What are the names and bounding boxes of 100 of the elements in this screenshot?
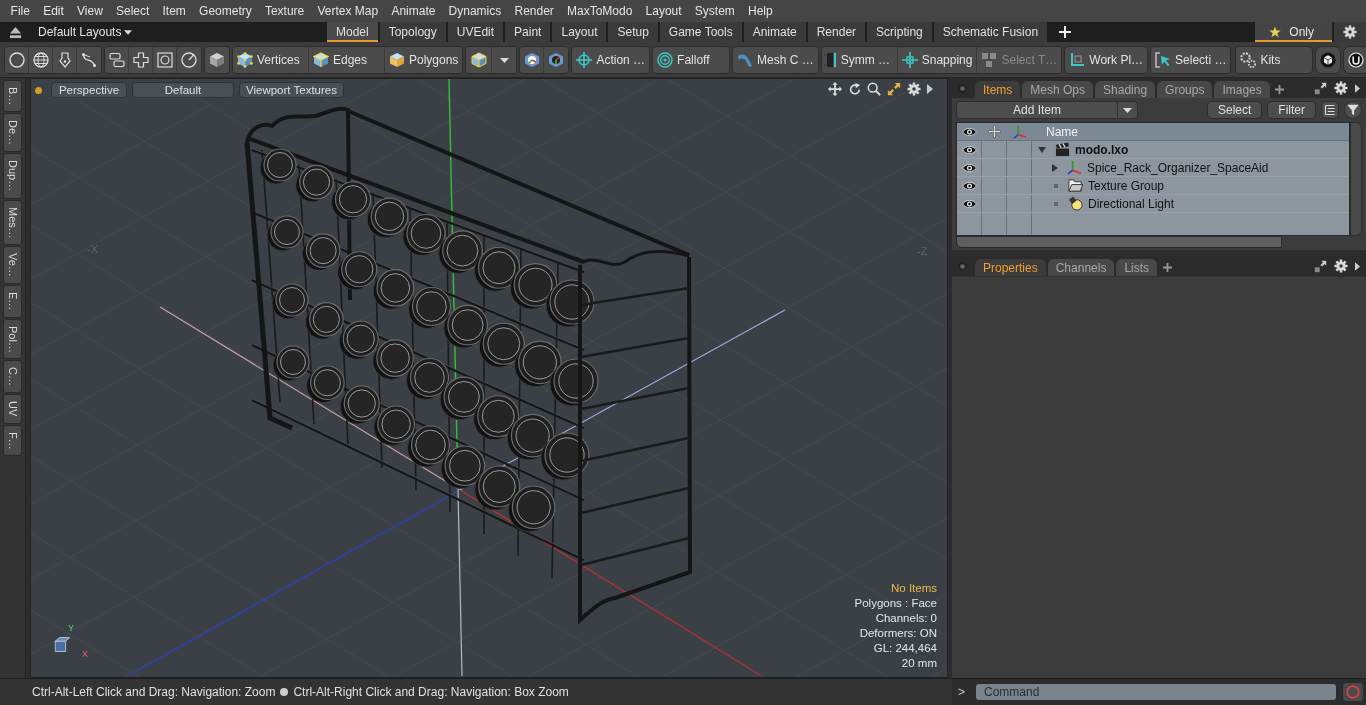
tool-button[interactable]: Mesh C … (732, 46, 819, 74)
caret-right-icon[interactable] (1052, 163, 1058, 172)
search-icon[interactable] (867, 82, 881, 96)
expand-icon[interactable] (1314, 81, 1327, 95)
panel-tab[interactable]: Mesh Ops (1022, 81, 1094, 98)
layout-tab[interactable]: Schematic Fusion (933, 22, 1048, 42)
layout-tab[interactable]: Layout (552, 22, 607, 42)
panel-tab[interactable]: Items (975, 81, 1021, 98)
settings-button[interactable] (1334, 22, 1366, 42)
tool-button[interactable] (466, 47, 493, 73)
menu-item[interactable]: Geometry (192, 0, 259, 22)
viewport-button[interactable]: Default (132, 82, 234, 98)
list-options-button[interactable] (1321, 101, 1339, 119)
eye-icon[interactable] (962, 144, 977, 155)
only-toggle[interactable]: Only (1255, 22, 1332, 42)
layout-tab[interactable]: Game Tools (659, 22, 742, 42)
tool-button[interactable]: Action … (571, 46, 651, 74)
sidebar-tab[interactable]: Dup… (3, 153, 22, 199)
tree-item[interactable]: Spice_Rack_Organizer_SpaceAid (1087, 160, 1269, 175)
triangle-icon[interactable] (1355, 83, 1360, 93)
menu-item[interactable]: MaxToModo (560, 0, 639, 22)
triangle-icon[interactable] (927, 82, 933, 96)
menu-item[interactable]: Help (741, 0, 780, 22)
tool-button[interactable] (105, 47, 129, 73)
menu-item[interactable]: Select (109, 0, 156, 22)
sidebar-tab[interactable]: B… (3, 80, 22, 113)
menu-item[interactable]: File (4, 0, 37, 22)
sidebar-tab[interactable]: De… (3, 113, 22, 153)
crosshair-icon (576, 52, 593, 68)
move-icon[interactable] (828, 82, 842, 96)
settings-icon[interactable] (907, 82, 921, 96)
sidebar-tab[interactable]: Pol… (3, 318, 22, 360)
panel-button[interactable]: Select (1206, 101, 1263, 119)
command-field[interactable]: Command (975, 683, 1337, 701)
panel-button[interactable]: Filter (1267, 101, 1316, 119)
layout-tab[interactable]: Render (807, 22, 866, 42)
vertical-scrollbar[interactable] (1350, 122, 1362, 236)
menu-item[interactable]: Item (155, 0, 193, 22)
tool-button[interactable]: Falloff (652, 46, 731, 74)
eye-icon[interactable] (962, 198, 977, 209)
eye-icon[interactable] (962, 162, 977, 173)
layout-tab[interactable]: Animate (743, 22, 806, 42)
panel-tab[interactable]: Channels (1047, 259, 1115, 276)
tool-button[interactable] (5, 47, 29, 73)
menu-item[interactable]: Edit (36, 0, 71, 22)
tool-button[interactable] (1315, 46, 1342, 74)
tool-button[interactable]: Selecti … (1150, 46, 1232, 74)
layout-tab[interactable]: Model (327, 22, 378, 42)
menu-item[interactable]: Dynamics (442, 0, 508, 22)
star-icon (1269, 26, 1282, 38)
panel-tab[interactable]: Properties (975, 259, 1046, 276)
tool-button[interactable] (204, 46, 230, 74)
settings-icon[interactable] (1334, 81, 1348, 95)
rotate-icon[interactable] (848, 82, 861, 96)
layout-tab[interactable]: Topology (379, 22, 446, 42)
tree-item[interactable]: modo.lxo (1075, 142, 1129, 157)
layouts-dropdown[interactable]: Default Layouts (34, 25, 137, 39)
add-item-dropdown[interactable]: Add Item (956, 101, 1138, 119)
sidebar-tab[interactable]: E… (3, 285, 22, 318)
maximize-icon[interactable] (887, 82, 901, 96)
menu-item[interactable]: System (688, 0, 742, 22)
caret-down-icon[interactable] (1038, 146, 1046, 153)
eye-icon[interactable] (962, 180, 977, 191)
triangle-icon[interactable] (1355, 261, 1360, 271)
panel-tab[interactable]: Lists (1116, 259, 1158, 276)
horizontal-scrollbar[interactable] (956, 236, 1282, 248)
tool-button[interactable]: Kits (1235, 46, 1314, 74)
layout-tab[interactable]: UVEdit (447, 22, 504, 42)
command-button[interactable] (1342, 682, 1364, 702)
viewport-button[interactable]: Viewport Textures (239, 82, 344, 98)
sidebar-tab[interactable]: UV (3, 394, 22, 424)
panel-tab[interactable]: Shading (1095, 81, 1156, 98)
layout-tab[interactable]: Paint (505, 22, 551, 42)
layout-tab[interactable]: Scripting (867, 22, 932, 42)
menu-item[interactable]: Render (507, 0, 561, 22)
menu-item[interactable]: Texture (258, 0, 311, 22)
settings-icon[interactable] (1334, 259, 1348, 273)
sidebar-tab[interactable]: F… (3, 424, 22, 457)
tool-button[interactable]: Symm … (821, 47, 898, 73)
menu-item[interactable]: Animate (384, 0, 442, 22)
tool-button[interactable] (1343, 46, 1366, 74)
tree-item[interactable]: Texture Group (1088, 178, 1165, 193)
viewport-button[interactable]: Perspective (51, 82, 127, 98)
tool-button[interactable]: Vertices (233, 47, 309, 73)
round-logo-icon (1348, 52, 1365, 68)
sidebar-tab[interactable]: Ve… (3, 246, 22, 285)
panel-tab[interactable]: Groups (1157, 81, 1213, 98)
filter-button[interactable] (1344, 101, 1362, 119)
expand-icon[interactable] (1314, 259, 1327, 273)
menu-item[interactable]: Vertex Map (310, 0, 385, 22)
tool-button[interactable] (520, 47, 545, 73)
layout-tab[interactable]: Setup (608, 22, 658, 42)
concentric-circles-icon (657, 52, 674, 68)
menu-item[interactable]: View (70, 0, 110, 22)
menu-item[interactable]: Layout (639, 0, 689, 22)
tool-button[interactable]: Work Pl… (1064, 46, 1149, 74)
tree-item[interactable]: Directional Light (1088, 196, 1175, 211)
panel-tab[interactable]: Images (1214, 81, 1270, 98)
sidebar-tab[interactable]: C… (3, 360, 22, 394)
sidebar-tab[interactable]: Mes… (3, 199, 22, 246)
